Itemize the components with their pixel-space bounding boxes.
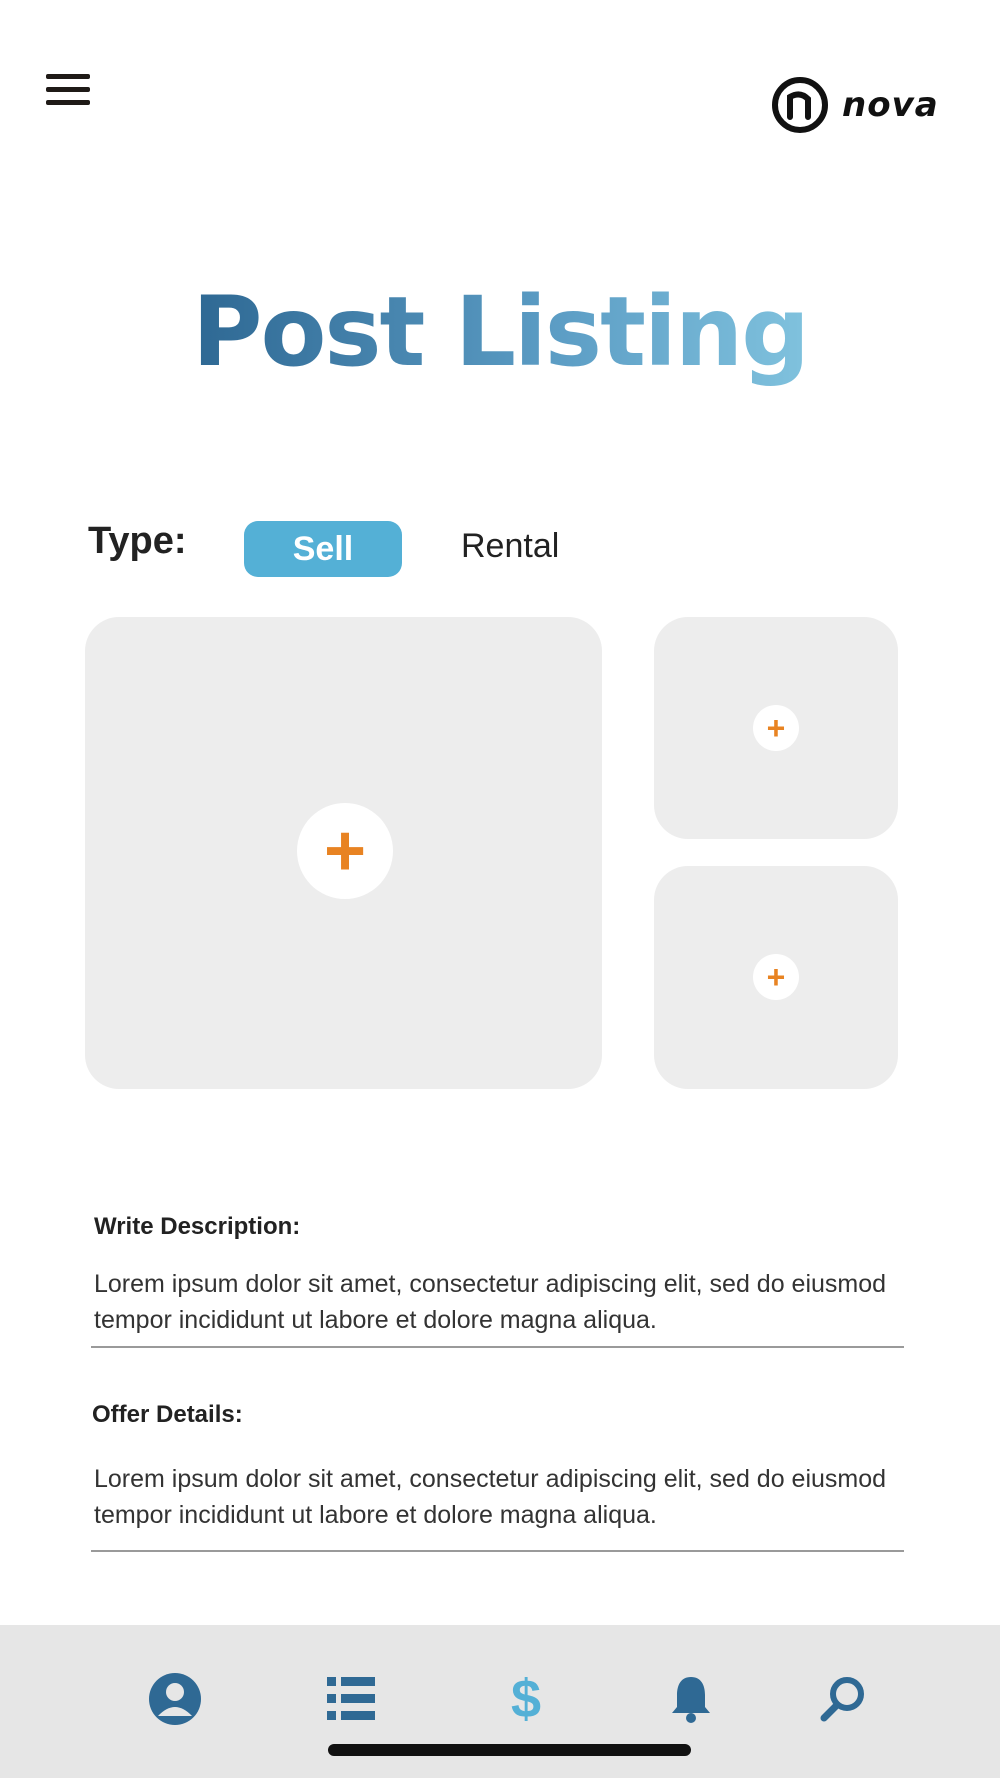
logo-text: nova	[842, 85, 939, 125]
bell-icon	[672, 1677, 710, 1723]
home-indicator	[328, 1744, 691, 1756]
nav-search[interactable]	[813, 1669, 873, 1729]
hamburger-menu-icon	[46, 74, 90, 79]
offer-details-label: Offer Details:	[92, 1401, 243, 1428]
nova-logo: nova	[770, 72, 939, 138]
add-photo-plus-icon[interactable]: +	[753, 705, 799, 751]
offer-details-underline	[91, 1550, 904, 1552]
list-icon	[327, 1677, 375, 1720]
photo-slot-2[interactable]: +	[654, 617, 898, 839]
nav-listings[interactable]	[321, 1669, 381, 1729]
nav-notifications[interactable]	[661, 1669, 721, 1729]
profile-icon	[149, 1673, 201, 1725]
photo-slot-main[interactable]: +	[85, 617, 602, 1089]
bottom-navigation: $	[0, 1625, 1000, 1778]
photo-slot-3[interactable]: +	[654, 866, 898, 1089]
nav-profile[interactable]	[145, 1669, 205, 1729]
add-photo-plus-icon[interactable]: +	[297, 803, 393, 899]
description-underline	[91, 1346, 904, 1348]
type-sell-button[interactable]: Sell	[244, 521, 402, 577]
page-title: Post Listing	[0, 279, 1000, 386]
menu-button[interactable]	[46, 74, 90, 108]
search-icon	[820, 1677, 864, 1722]
type-label: Type:	[88, 520, 187, 562]
nav-post-listing[interactable]: $	[496, 1669, 556, 1729]
nova-logo-icon	[772, 77, 828, 133]
type-rental-button[interactable]: Rental	[461, 527, 559, 566]
description-input[interactable]: Lorem ipsum dolor sit amet, consectetur …	[94, 1266, 904, 1338]
dollar-icon: $	[510, 1669, 542, 1729]
offer-details-input[interactable]: Lorem ipsum dolor sit amet, consectetur …	[94, 1461, 904, 1533]
add-photo-plus-icon[interactable]: +	[753, 954, 799, 1000]
description-label: Write Description:	[94, 1213, 301, 1240]
